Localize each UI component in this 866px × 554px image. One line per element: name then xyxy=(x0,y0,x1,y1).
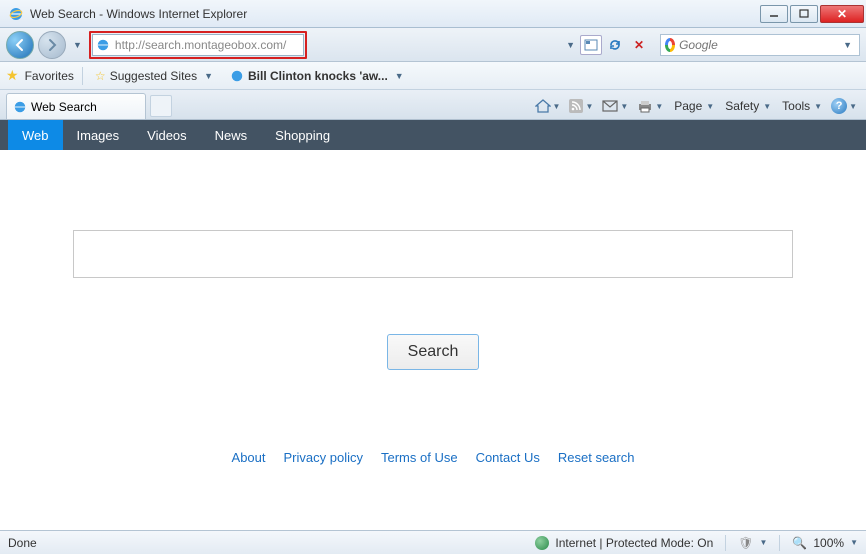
forward-button[interactable] xyxy=(38,31,66,59)
home-icon xyxy=(535,99,551,113)
help-button[interactable]: ?▼ xyxy=(828,96,860,116)
search-button[interactable]: Search xyxy=(387,334,480,370)
favorites-star-icon[interactable]: ★ xyxy=(6,67,19,84)
nav-tab-shopping[interactable]: Shopping xyxy=(261,120,344,150)
help-icon: ? xyxy=(831,98,847,114)
nav-tab-news[interactable]: News xyxy=(201,120,262,150)
address-bar[interactable] xyxy=(92,34,304,56)
tab-title: Web Search xyxy=(31,100,97,114)
nav-history-dropdown[interactable]: ▼ xyxy=(70,40,85,50)
window-title: Web Search - Windows Internet Explorer xyxy=(30,7,760,21)
tab-favicon-icon xyxy=(13,100,27,114)
address-highlight xyxy=(89,31,307,59)
page-favicon-icon xyxy=(95,37,111,53)
mail-button[interactable]: ▼ xyxy=(599,98,631,114)
footer-contact[interactable]: Contact Us xyxy=(476,450,540,465)
print-button[interactable]: ▼ xyxy=(634,97,666,115)
window-titlebar: Web Search - Windows Internet Explorer ✕ xyxy=(0,0,866,28)
search-input[interactable] xyxy=(73,230,793,278)
navigation-bar: ▼ ▼ ✕ ▼ xyxy=(0,28,866,62)
headline-label: Bill Clinton knocks 'aw... xyxy=(248,69,388,83)
back-button[interactable] xyxy=(6,31,34,59)
zoom-dropdown[interactable]: ▼ xyxy=(850,538,858,547)
star-icon: ☆ xyxy=(95,69,106,83)
footer-privacy[interactable]: Privacy policy xyxy=(284,450,363,465)
headline-item[interactable]: Bill Clinton knocks 'aw... ▼ xyxy=(226,67,411,85)
tools-menu[interactable]: Tools▼ xyxy=(777,97,825,115)
nav-tab-web[interactable]: Web xyxy=(8,120,63,150)
search-provider-box[interactable]: ▼ xyxy=(660,34,860,56)
footer-about[interactable]: About xyxy=(232,450,266,465)
globe-icon xyxy=(535,536,549,550)
chevron-down-icon: ▼ xyxy=(392,71,407,81)
rss-icon xyxy=(569,99,583,113)
compat-view-button[interactable] xyxy=(580,35,602,55)
ie-logo-icon xyxy=(8,6,24,22)
security-zone[interactable]: Internet | Protected Mode: On xyxy=(555,536,713,550)
tracking-icon[interactable]: 🛡 xyxy=(738,536,753,550)
chevron-down-icon: ▼ xyxy=(201,71,216,81)
page-icon xyxy=(230,69,244,83)
page-menu[interactable]: Page▼ xyxy=(669,97,717,115)
address-dropdown[interactable]: ▼ xyxy=(563,40,578,50)
nav-tab-videos[interactable]: Videos xyxy=(133,120,201,150)
separator xyxy=(725,535,726,551)
url-input[interactable] xyxy=(115,38,301,52)
nav-tab-images[interactable]: Images xyxy=(63,120,134,150)
search-provider-input[interactable] xyxy=(679,38,836,52)
page-nav-bar: Web Images Videos News Shopping xyxy=(0,120,866,150)
stop-button[interactable]: ✕ xyxy=(628,35,650,55)
new-tab-button[interactable] xyxy=(150,95,172,117)
search-provider-dropdown[interactable]: ▼ xyxy=(840,40,855,50)
zoom-icon[interactable]: 🔍 xyxy=(792,536,807,550)
browser-tab[interactable]: Web Search xyxy=(6,93,146,119)
suggested-sites-item[interactable]: ☆ Suggested Sites ▼ xyxy=(91,67,220,85)
chevron-down-icon[interactable]: ▼ xyxy=(760,538,768,547)
favorites-label[interactable]: Favorites xyxy=(25,69,74,83)
safety-menu[interactable]: Safety▼ xyxy=(720,97,774,115)
home-button[interactable]: ▼ xyxy=(532,97,564,115)
page-viewport: Web Images Videos News Shopping Search A… xyxy=(0,120,866,485)
minimize-button[interactable] xyxy=(760,5,788,23)
close-button[interactable]: ✕ xyxy=(820,5,864,23)
tab-bar: Web Search ▼ ▼ ▼ ▼ Page▼ Safety▼ Tools▼ … xyxy=(0,90,866,120)
status-text: Done xyxy=(8,536,37,550)
separator xyxy=(82,67,83,85)
google-icon xyxy=(665,38,675,52)
footer-terms[interactable]: Terms of Use xyxy=(381,450,458,465)
zoom-level[interactable]: 100% xyxy=(813,536,844,550)
favorites-bar: ★ Favorites ☆ Suggested Sites ▼ Bill Cli… xyxy=(0,62,866,90)
status-bar: Done Internet | Protected Mode: On 🛡 ▼ 🔍… xyxy=(0,530,866,554)
suggested-sites-label: Suggested Sites xyxy=(110,69,197,83)
print-icon xyxy=(637,99,653,113)
refresh-button[interactable] xyxy=(604,35,626,55)
footer-reset[interactable]: Reset search xyxy=(558,450,635,465)
separator xyxy=(779,535,780,551)
feeds-button[interactable]: ▼ xyxy=(566,97,596,115)
footer-links: About Privacy policy Terms of Use Contac… xyxy=(73,450,793,465)
maximize-button[interactable] xyxy=(790,5,818,23)
mail-icon xyxy=(602,100,618,112)
